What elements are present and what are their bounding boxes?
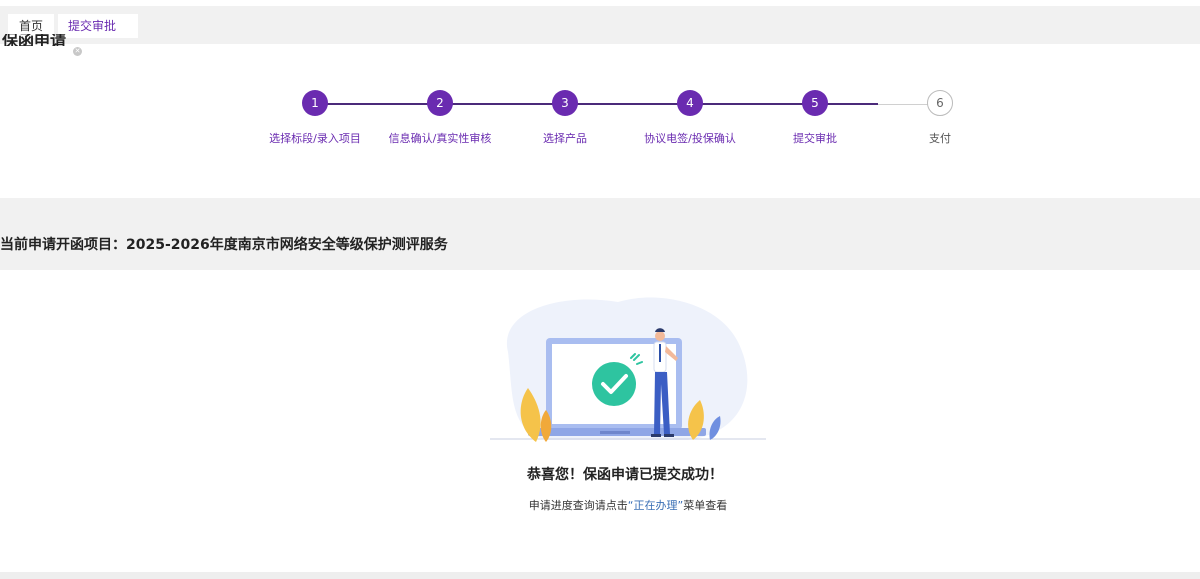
tab-bar: 首页 提交审批 ✕ bbox=[0, 6, 1200, 56]
step-3: 3 选择产品 bbox=[495, 88, 635, 146]
step-circle: 2 bbox=[427, 90, 453, 116]
laptop-success-illustration bbox=[488, 292, 768, 444]
step-circle: 1 bbox=[302, 90, 328, 116]
step-4: 4 协议电签/投保确认 bbox=[620, 88, 760, 146]
tab-submit-approval[interactable]: 提交审批 ✕ bbox=[58, 14, 138, 56]
step-5: 5 提交审批 bbox=[745, 88, 885, 146]
step-label: 提交审批 bbox=[793, 132, 837, 145]
progress-steps: 1 选择标段/录入项目 2 信息确认/真实性审核 3 选择产品 4 协议电签/投… bbox=[0, 88, 1200, 158]
bottom-band bbox=[0, 572, 1200, 579]
hint-suffix: 菜单查看 bbox=[683, 499, 728, 512]
step-6: 6 支付 bbox=[870, 88, 1010, 146]
page-title-text: 保函申请 bbox=[2, 34, 67, 46]
step-label: 协议电签/投保确认 bbox=[644, 132, 736, 145]
step-label: 支付 bbox=[929, 132, 951, 145]
step-label: 信息确认/真实性审核 bbox=[388, 132, 492, 145]
close-icon[interactable]: ✕ bbox=[73, 47, 82, 56]
success-message: 恭喜您！保函申请已提交成功！ bbox=[527, 467, 723, 483]
in-progress-link[interactable]: “正在办理” bbox=[628, 499, 683, 512]
step-circle: 6 bbox=[927, 90, 953, 116]
step-circle: 3 bbox=[552, 90, 578, 116]
step-label: 选择产品 bbox=[543, 132, 587, 145]
progress-hint: 申请进度查询请点击“正在办理”菜单查看 bbox=[0, 497, 1200, 513]
tab-home-label: 首页 bbox=[18, 19, 43, 33]
step-label: 选择标段/录入项目 bbox=[269, 132, 361, 145]
hint-prefix: 申请进度查询请点击 bbox=[528, 499, 628, 512]
step-2: 2 信息确认/真实性审核 bbox=[370, 88, 510, 146]
step-1: 1 选择标段/录入项目 bbox=[245, 88, 385, 146]
current-project-title: 当前申请开函项目：2025-2026年度南京市网络安全等级保护测评服务 bbox=[0, 237, 448, 253]
step-circle: 5 bbox=[802, 90, 828, 116]
page-title: 保函申请 bbox=[2, 34, 66, 46]
step-circle: 4 bbox=[677, 90, 703, 116]
tab-submit-approval-label: 提交审批 bbox=[68, 19, 117, 33]
